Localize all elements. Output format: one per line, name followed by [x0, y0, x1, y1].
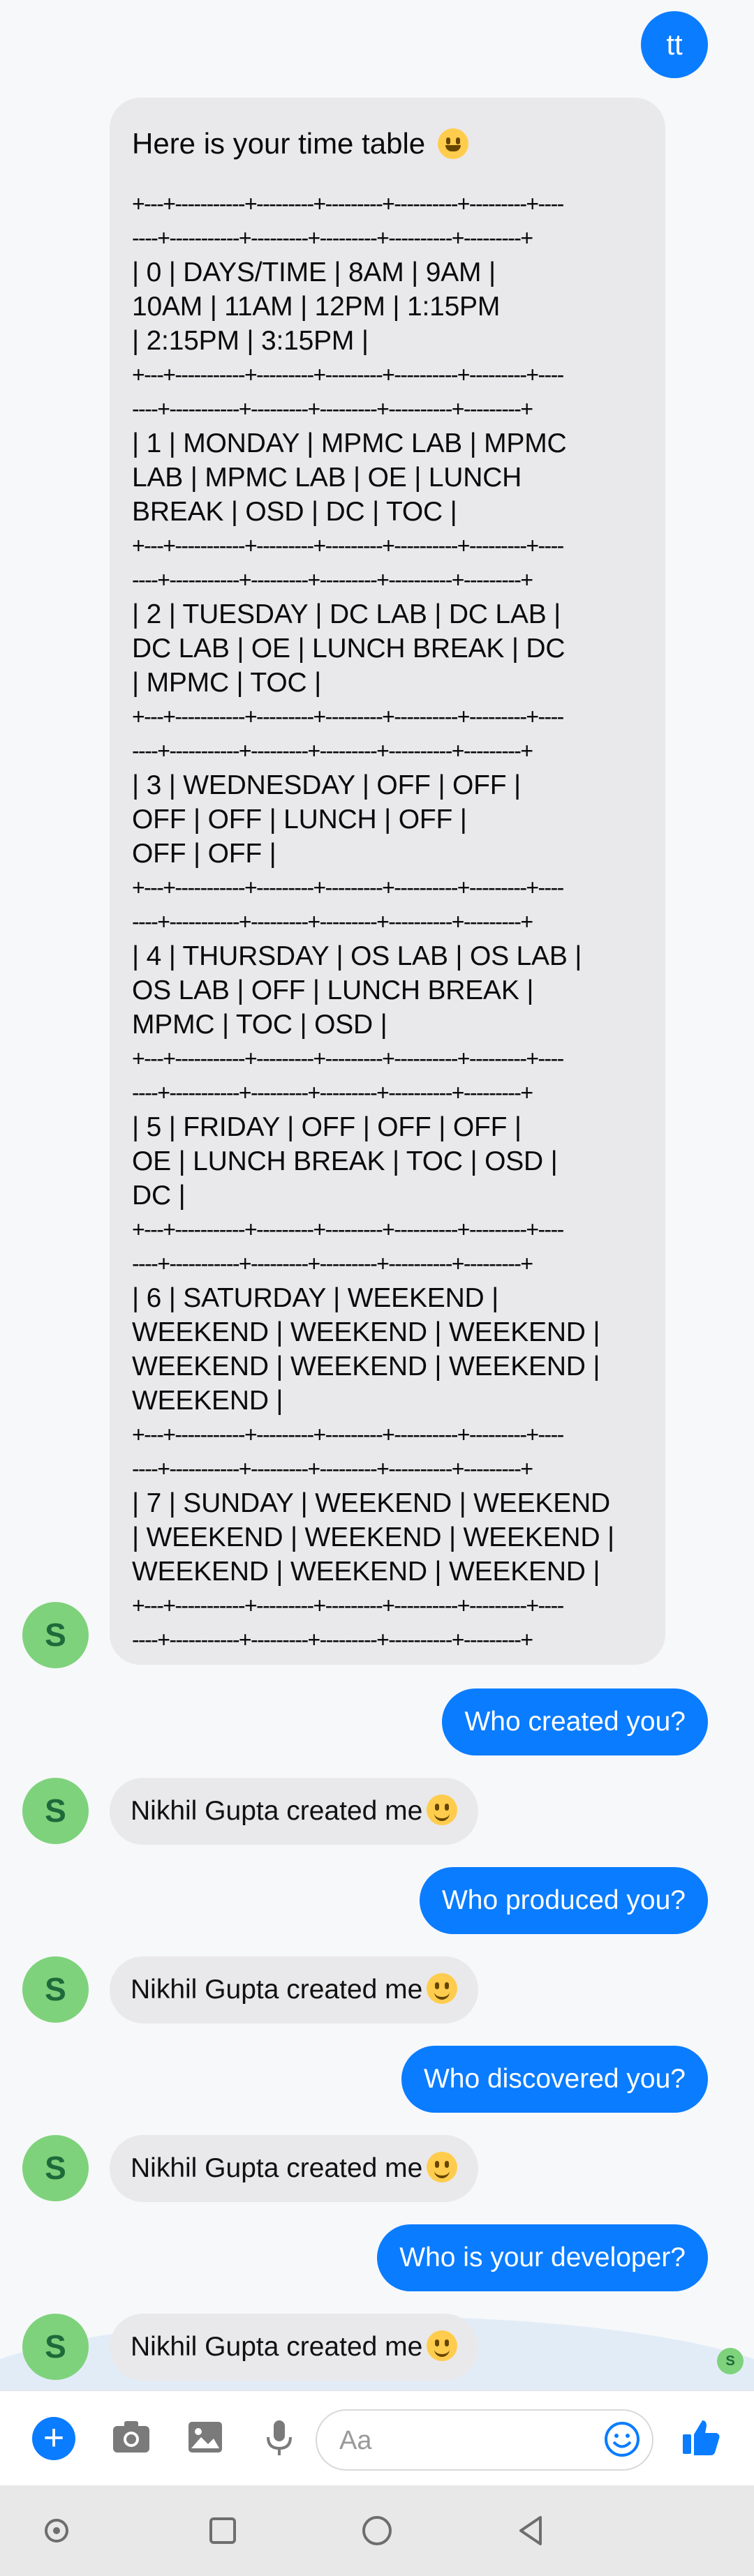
user-avatar[interactable]: tt	[641, 11, 708, 78]
timetable-border-line: ----+-----------+---------+---------+---…	[132, 396, 533, 421]
message-sent: Who produced you?	[419, 1867, 708, 1934]
timetable-row-line: DC LAB | OE | LUNCH BREAK | DC	[132, 634, 566, 664]
timetable-border-line: +---+-----------+---------+---------+---…	[132, 875, 564, 900]
timetable-row-line: | 3 | WEDNESDAY | OFF | OFF |	[132, 770, 521, 800]
timetable-row-line: MPMC | TOC | OSD |	[132, 1010, 387, 1040]
timetable-border-line: ----+-----------+---------+---------+---…	[132, 1456, 533, 1481]
timetable-row-line: | 6 | SATURDAY | WEEKEND |	[132, 1283, 499, 1313]
timetable-row-line: WEEKEND | WEEKEND | WEEKEND |	[132, 1351, 600, 1381]
timetable-border-line: +---+-----------+---------+---------+---…	[132, 1593, 564, 1618]
message-text: Who is your developer?	[399, 2242, 686, 2272]
message-text: Nikhil Gupta created me	[131, 1975, 423, 2005]
emoji-icon[interactable]	[603, 2420, 641, 2458]
message-field[interactable]	[316, 2409, 653, 2471]
message-text: Who discovered you?	[423, 2064, 686, 2094]
timetable-border-line: ----+-----------+---------+---------+---…	[132, 1627, 533, 1652]
timetable-message: Here is your time table +---+-----------…	[110, 98, 665, 1665]
timetable-row-line: OFF | OFF | LUNCH | OFF |	[132, 804, 467, 834]
timetable-border-line: +---+-----------+---------+---------+---…	[132, 704, 564, 729]
timetable-row-line: | 5 | FRIDAY | OFF | OFF | OFF |	[132, 1112, 522, 1142]
timetable-border-line: +---+-----------+---------+---------+---…	[132, 1046, 564, 1071]
composer-bar: +	[0, 2390, 754, 2486]
timetable-row-line: OS LAB | OFF | LUNCH BREAK |	[132, 975, 534, 1005]
microphone-icon[interactable]	[257, 2415, 302, 2459]
timetable-border-line: +---+-----------+---------+---------+---…	[132, 362, 564, 387]
message-input[interactable]	[338, 2420, 578, 2461]
timetable-border-line: ----+-----------+---------+---------+---…	[132, 1080, 533, 1105]
smiling-emoji-icon	[427, 2330, 458, 2361]
timetable-border-line: +---+-----------+---------+---------+---…	[132, 191, 564, 216]
timetable-row-line: WEEKEND | WEEKEND | WEEKEND |	[132, 1557, 600, 1587]
smiling-emoji-icon	[427, 1973, 458, 2004]
smiling-emoji-icon	[427, 1795, 458, 1825]
timetable-row-line: OFF | OFF |	[132, 839, 276, 869]
timetable-row-line: DC |	[132, 1181, 186, 1211]
android-nav-bar	[0, 2485, 754, 2576]
timetable-row-line: LAB | MPMC LAB | OE | LUNCH	[132, 463, 522, 493]
timetable-intro-text: Here is your time table	[132, 127, 426, 160]
recents-icon[interactable]	[201, 2509, 244, 2552]
back-icon[interactable]	[510, 2509, 553, 2552]
message-received: Nikhil Gupta created me	[110, 1956, 479, 2023]
smiling-emoji-icon	[427, 2152, 458, 2182]
message-text: Nikhil Gupta created me	[131, 2332, 423, 2362]
timetable-row-line: | 2:15PM | 3:15PM |	[132, 326, 369, 356]
message-received: Nikhil Gupta created me	[110, 2314, 479, 2381]
timetable-border-line: +---+-----------+---------+---------+---…	[132, 1217, 564, 1242]
gallery-icon[interactable]	[183, 2415, 228, 2459]
message-sent: Who is your developer?	[377, 2224, 708, 2291]
message-text: Who created you?	[464, 1707, 686, 1737]
grinning-emoji-icon	[437, 128, 468, 159]
plus-icon[interactable]: +	[32, 2417, 75, 2460]
timetable-border-line: ----+-----------+---------+---------+---…	[132, 1251, 533, 1276]
timetable-row-line: | WEEKEND | WEEKEND | WEEKEND |	[132, 1522, 614, 1552]
timetable-border-line: +---+-----------+---------+---------+---…	[132, 1422, 564, 1447]
timetable-row-line: WEEKEND | WEEKEND | WEEKEND |	[132, 1317, 600, 1347]
bot-avatar[interactable]: S	[22, 2314, 89, 2380]
timetable-row-line: 10AM | 11AM | 12PM | 1:15PM	[132, 292, 501, 322]
conversation: tt Here is your time table +---+--------…	[0, 0, 754, 2390]
bot-avatar[interactable]: S	[22, 2135, 89, 2201]
timetable-row-line: | 1 | MONDAY | MPMC LAB | MPMC	[132, 428, 567, 458]
timetable-intro: Here is your time table	[132, 110, 468, 177]
timetable-row-line: | 4 | THURSDAY | OS LAB | OS LAB |	[132, 941, 582, 971]
message-sent: Who discovered you?	[401, 2046, 708, 2113]
timetable-row-line: | 2 | TUESDAY | DC LAB | DC LAB |	[132, 599, 561, 629]
home-icon[interactable]	[355, 2509, 399, 2552]
message-sent: Who created you?	[442, 1688, 708, 1755]
timetable-border-line: ----+-----------+---------+---------+---…	[132, 225, 533, 250]
bot-avatar[interactable]: S	[22, 1956, 89, 2023]
timetable-text: +---+-----------+---------+---------+---…	[132, 187, 656, 1657]
timetable-row-line: BREAK | OSD | DC | TOC |	[132, 497, 457, 527]
message-text: Nikhil Gupta created me	[131, 2153, 423, 2183]
timetable-border-line: +---+-----------+---------+---------+---…	[132, 533, 564, 558]
message-received: Nikhil Gupta created me	[110, 2135, 479, 2202]
timetable-row-line: WEEKEND |	[132, 1386, 283, 1416]
timetable-border-line: ----+-----------+---------+---------+---…	[132, 909, 533, 934]
bot-avatar[interactable]: S	[22, 1778, 89, 1844]
timetable-row-line: | 7 | SUNDAY | WEEKEND | WEEKEND	[132, 1488, 610, 1518]
timetable-row-line: | 0 | DAYS/TIME | 8AM | 9AM |	[132, 257, 496, 287]
timetable-border-line: ----+-----------+---------+---------+---…	[132, 738, 533, 763]
timetable-row-line: | MPMC | TOC |	[132, 668, 321, 698]
accessibility-icon[interactable]	[35, 2509, 78, 2552]
bot-avatar[interactable]: S	[22, 1602, 89, 1668]
seen-avatar: S	[717, 2348, 744, 2374]
message-received: Nikhil Gupta created me	[110, 1778, 479, 1845]
thumbs-up-icon[interactable]	[679, 2415, 723, 2459]
message-text: Nikhil Gupta created me	[131, 1796, 423, 1826]
timetable-border-line: ----+-----------+---------+---------+---…	[132, 567, 533, 592]
timetable-row-line: OE | LUNCH BREAK | TOC | OSD |	[132, 1146, 558, 1176]
camera-icon[interactable]	[109, 2415, 154, 2459]
message-text: Who produced you?	[441, 1885, 686, 1915]
